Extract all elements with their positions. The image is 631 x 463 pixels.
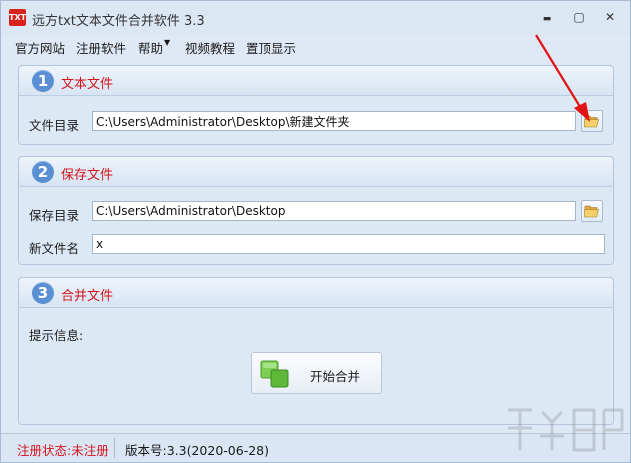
panel-title: 合并文件 (61, 289, 114, 304)
save-dir-input[interactable] (92, 201, 576, 221)
start-merge-label: 开始合并 (310, 369, 361, 384)
menu-help-label: 帮助 (138, 41, 164, 56)
new-file-name-input[interactable] (92, 234, 605, 254)
panel-header: 2 保存文件 (19, 157, 613, 187)
window-title: 远方txt文本文件合并软件 3.3 (32, 14, 205, 29)
title-bar[interactable]: TXT 远方txt文本文件合并软件 3.3 ▬ ▢ ✕ (1, 1, 630, 35)
minimize-button[interactable]: ▬ (536, 7, 558, 27)
panel-text-files: 1 文本文件 文件目录 (18, 65, 614, 145)
file-dir-input[interactable] (92, 111, 576, 131)
merge-squares-icon (260, 360, 289, 388)
browse-file-dir-button[interactable] (581, 110, 603, 132)
close-button[interactable]: ✕ (599, 7, 621, 27)
folder-open-icon (584, 115, 599, 128)
panel-title: 保存文件 (61, 168, 114, 183)
save-dir-label: 保存目录 (29, 208, 80, 223)
app-window: TXT 远方txt文本文件合并软件 3.3 ▬ ▢ ✕ 官方网站 注册软件 帮助… (0, 0, 631, 463)
menu-help[interactable]: 帮助▼ (138, 38, 170, 57)
registration-status: 注册状态:未注册 (17, 443, 109, 458)
panel-save-file: 2 保存文件 保存目录 新文件名 (18, 156, 614, 265)
menu-always-on-top[interactable]: 置顶显示 (246, 38, 296, 57)
restore-icon: ▢ (573, 10, 585, 24)
panel-header: 1 文本文件 (19, 66, 613, 96)
step-number: 2 (32, 161, 54, 183)
restore-button[interactable]: ▢ (568, 7, 590, 27)
watermark-logo-icon (508, 408, 624, 452)
step-number: 3 (32, 282, 54, 304)
menu-bar: 官方网站 注册软件 帮助▼ 视频教程 置顶显示 (1, 35, 630, 57)
step-number: 1 (32, 70, 54, 92)
app-icon: TXT (9, 9, 26, 26)
browse-save-dir-button[interactable] (581, 200, 603, 222)
close-icon: ✕ (604, 10, 616, 24)
menu-official-site[interactable]: 官方网站 (15, 38, 65, 57)
hint-info-label: 提示信息: (29, 328, 84, 343)
file-dir-label: 文件目录 (29, 118, 80, 133)
new-file-name-label: 新文件名 (29, 241, 80, 256)
menu-video-tutorial[interactable]: 视频教程 (185, 38, 235, 57)
menu-register[interactable]: 注册软件 (76, 38, 126, 57)
folder-open-icon (584, 205, 599, 218)
panel-header: 3 合并文件 (19, 278, 613, 308)
minimize-icon: ▬ (542, 14, 552, 24)
version-label: 版本号:3.3(2020-06-28) (125, 443, 269, 458)
status-divider (114, 438, 115, 458)
panel-title: 文本文件 (61, 77, 114, 92)
chevron-down-icon: ▼ (164, 38, 171, 47)
start-merge-button[interactable]: 开始合并 (251, 352, 382, 394)
